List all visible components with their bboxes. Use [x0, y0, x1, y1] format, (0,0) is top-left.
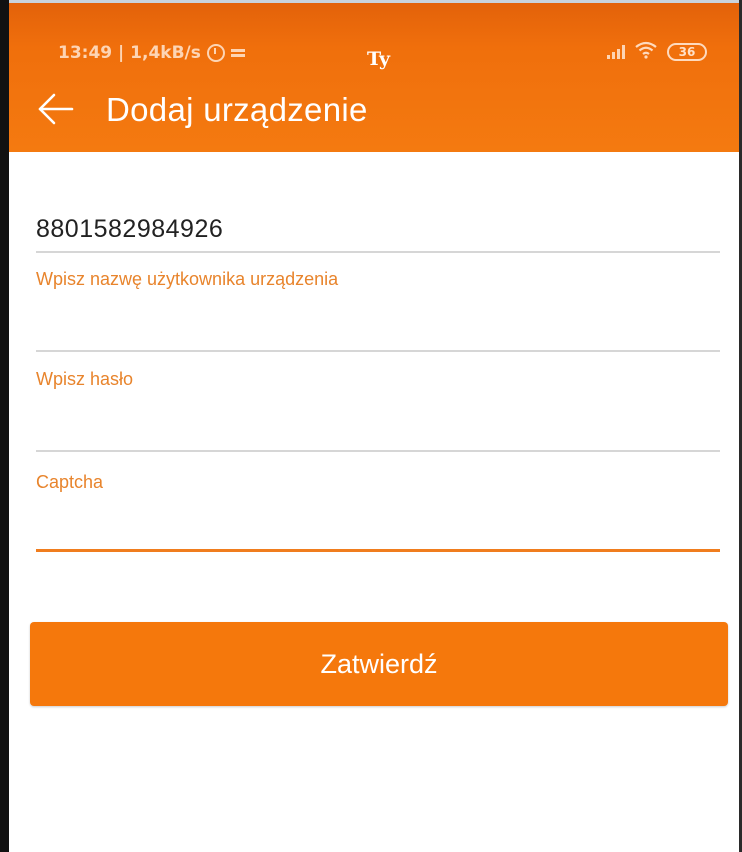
device-id-value: 8801582984926 [36, 215, 224, 243]
captcha-underline [36, 549, 720, 552]
notification-icon [230, 49, 245, 57]
status-right: 36 [607, 41, 707, 62]
status-center-text: Ty [367, 48, 391, 70]
password-underline [36, 450, 720, 452]
submit-button[interactable]: Zatwierdź [30, 622, 728, 706]
status-bar: 13:49 | 1,4kB/s Ty 36 [9, 3, 739, 70]
username-underline [36, 350, 720, 352]
alarm-icon [206, 44, 225, 62]
status-time-speed: 13:49 | 1,4kB/s [58, 43, 201, 63]
app-bar: 13:49 | 1,4kB/s Ty 36 Dodaj urządzenie [9, 3, 739, 152]
device-id-underline [36, 251, 720, 253]
phone-screen: 13:49 | 1,4kB/s Ty 36 Dodaj urządzenie 8… [9, 3, 739, 852]
arrow-left-icon[interactable] [36, 89, 76, 129]
device-id-field[interactable]: 8801582984926 [36, 215, 720, 255]
username-label: Wpisz nazwę użytkownika urządzenia [36, 269, 339, 289]
captcha-field[interactable]: Captcha [36, 470, 720, 560]
captcha-label: Captcha [36, 472, 104, 492]
status-left: 13:49 | 1,4kB/s [58, 43, 245, 63]
battery-level: 36 [678, 44, 696, 59]
signal-icon [607, 44, 625, 59]
username-field[interactable]: Wpisz nazwę użytkownika urządzenia [36, 267, 720, 357]
wifi-icon [635, 41, 657, 62]
password-field[interactable]: Wpisz hasło [36, 367, 720, 457]
battery-icon: 36 [667, 42, 707, 61]
page-title: Dodaj urządzenie [106, 91, 368, 128]
password-label: Wpisz hasło [36, 369, 134, 389]
window-frame-left [0, 0, 9, 852]
